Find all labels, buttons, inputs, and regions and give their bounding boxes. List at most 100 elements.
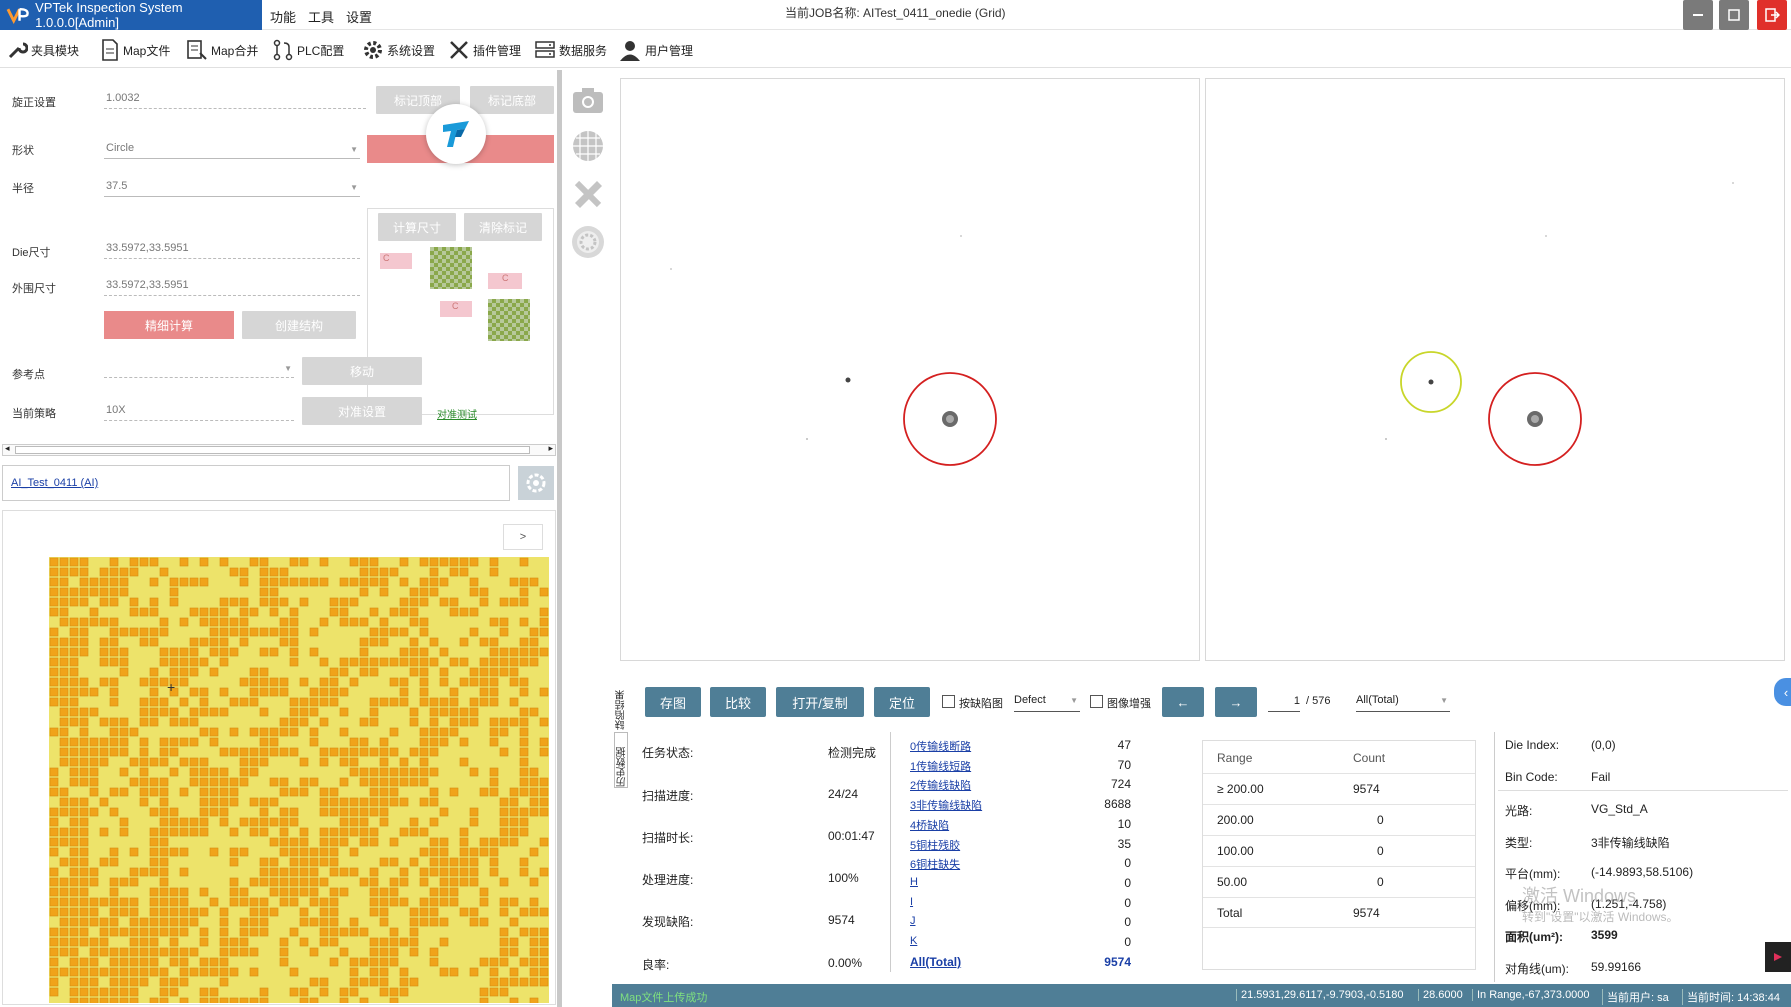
wafer-die-cell	[89, 807, 99, 817]
defect-type-link[interactable]: J	[910, 915, 916, 927]
job-link[interactable]: AI_Test_0411 (AI)	[11, 477, 98, 489]
wafer-die-cell	[59, 967, 69, 977]
feedback-button[interactable]	[1765, 942, 1791, 972]
horizontal-scrollbar[interactable]: ◂ ▸	[2, 443, 556, 456]
app-float-logo[interactable]	[426, 104, 486, 164]
defect-total-link[interactable]: All(Total)	[910, 955, 961, 969]
defect-type-link[interactable]: 4桥缺陷	[910, 817, 949, 833]
locate-button[interactable]: 定位	[874, 687, 930, 717]
outer-size-input[interactable]: 33.5972,33.5951	[104, 276, 360, 296]
align-test-link[interactable]: 对准测试	[437, 406, 477, 421]
open-copy-button[interactable]: 打开/复制	[776, 687, 864, 717]
image-enhance-checkbox[interactable]	[1090, 695, 1103, 708]
camera-button[interactable]	[568, 80, 608, 120]
defect-type-link[interactable]: 6铜柱缺失	[910, 856, 960, 872]
inspect-image-viewer[interactable]	[620, 78, 1200, 661]
defect-type-link[interactable]: 2传输线缺陷	[910, 777, 971, 793]
die-size-input[interactable]: 33.5972,33.5951	[104, 239, 360, 259]
wafer-die-cell	[399, 867, 409, 877]
wafer-die-cell	[339, 987, 349, 997]
wafer-die-cell	[379, 567, 389, 577]
collapse-panel-button[interactable]: ‹	[1774, 678, 1791, 706]
rotate-input[interactable]: 1.0032	[104, 89, 366, 109]
user-management-button[interactable]: 用户管理	[618, 37, 693, 63]
tab-defect-result[interactable]: 缺陷结果	[614, 680, 628, 730]
clear-mark-button[interactable]: 清除标记	[464, 213, 542, 241]
menu-settings[interactable]: 设置	[346, 7, 372, 26]
align-settings-button[interactable]: 对准设置	[302, 397, 422, 425]
wafer-die-cell	[379, 627, 389, 637]
data-service-button[interactable]: 数据服务	[534, 37, 607, 63]
shape-select[interactable]: Circle ▼	[104, 139, 360, 159]
scroll-right-arrow-icon[interactable]: ▸	[548, 443, 553, 454]
minimize-button[interactable]	[1683, 0, 1713, 30]
move-button[interactable]: 移动	[302, 357, 422, 385]
wafer-die-cell	[259, 737, 269, 747]
defect-type-link[interactable]: 1传输线短路	[910, 758, 971, 774]
ref-point-select[interactable]: ▼	[104, 358, 294, 378]
wafer-die-cell	[339, 617, 349, 627]
wafer-die-cell	[339, 797, 349, 807]
strategy-input[interactable]: 10X	[104, 401, 294, 421]
save-image-button[interactable]: 存图	[645, 687, 701, 717]
create-struct-button[interactable]: 创建结构	[242, 311, 356, 339]
prev-button[interactable]: ←	[1162, 687, 1204, 717]
wafer-die-cell	[289, 897, 299, 907]
wafer-die-cell	[309, 877, 319, 887]
tab-history[interactable]: 历史数据	[614, 732, 628, 788]
close-button[interactable]	[1757, 0, 1787, 30]
menu-function[interactable]: 功能	[270, 7, 296, 26]
next-button[interactable]: →	[1215, 687, 1257, 717]
defect-type-link[interactable]: K	[910, 935, 917, 947]
left-settings-panel: 旋正设置 1.0032 形状 Circle ▼ 半径 37.5 ▼ 标记顶部 标…	[0, 70, 558, 1007]
wafer-die-cell	[509, 917, 519, 927]
mark-bottom-button[interactable]: 标记底部	[470, 86, 554, 114]
scroll-left-arrow-icon[interactable]: ◂	[5, 443, 10, 454]
wafer-die-cell	[59, 617, 69, 627]
fixture-module-button[interactable]: 夹具模块	[6, 37, 79, 63]
panel-splitter[interactable]	[557, 70, 562, 1007]
wafer-die-cell	[199, 807, 209, 817]
page-input[interactable]: 1	[1268, 692, 1300, 712]
wafer-die-cell	[349, 657, 359, 667]
wafer-die-cell	[69, 887, 79, 897]
defect-type-link[interactable]: 0传输线断路	[910, 738, 971, 754]
wafer-die-cell	[369, 747, 379, 757]
grid-globe-button[interactable]	[568, 126, 608, 166]
defect-type-link[interactable]: H	[910, 876, 918, 888]
system-settings-button[interactable]: 系统设置	[362, 37, 435, 63]
wafer-die-cell	[519, 907, 529, 917]
wafer-expand-button[interactable]: >	[503, 524, 543, 550]
by-defect-checkbox[interactable]	[942, 695, 955, 708]
wafer-map[interactable]: +	[49, 557, 549, 1003]
settings-circle-button[interactable]	[568, 222, 608, 262]
defect-type-link[interactable]: 5铜柱残胶	[910, 837, 960, 853]
plc-config-button[interactable]: PLC配置	[272, 37, 344, 63]
map-merge-button[interactable]: Map合并	[186, 37, 258, 63]
wafer-die-cell	[179, 817, 189, 827]
refresh-button[interactable]	[518, 466, 554, 500]
wafer-die-cell	[79, 577, 89, 587]
wafer-die-cell	[289, 807, 299, 817]
wafer-die-cell	[419, 797, 429, 807]
defect-type-select[interactable]: Defect ▼	[1014, 690, 1080, 712]
wafer-die-cell	[69, 687, 79, 697]
wafer-die-cell	[139, 737, 149, 747]
radius-select[interactable]: 37.5 ▼	[104, 177, 360, 197]
plugin-management-button[interactable]: 插件管理	[448, 37, 521, 63]
fine-calc-button[interactable]: 精细计算	[104, 311, 234, 339]
filter-select[interactable]: All(Total) ▼	[1356, 690, 1450, 712]
defect-type-link[interactable]: I	[910, 896, 913, 908]
menu-tools[interactable]: 工具	[308, 7, 334, 26]
calc-size-button[interactable]: 计算尺寸	[378, 213, 456, 241]
compare-button[interactable]: 比较	[710, 687, 766, 717]
wafer-die-cell	[409, 587, 419, 597]
wafer-die-cell	[179, 907, 189, 917]
measure-tool-button[interactable]	[568, 174, 608, 214]
map-file-button[interactable]: Map文件	[100, 37, 170, 63]
reference-image-viewer[interactable]	[1205, 78, 1785, 661]
wafer-die-cell	[119, 737, 129, 747]
defect-type-link[interactable]: 3非传输线缺陷	[910, 797, 982, 813]
maximize-button[interactable]	[1719, 0, 1749, 30]
scroll-thumb[interactable]	[15, 446, 530, 454]
